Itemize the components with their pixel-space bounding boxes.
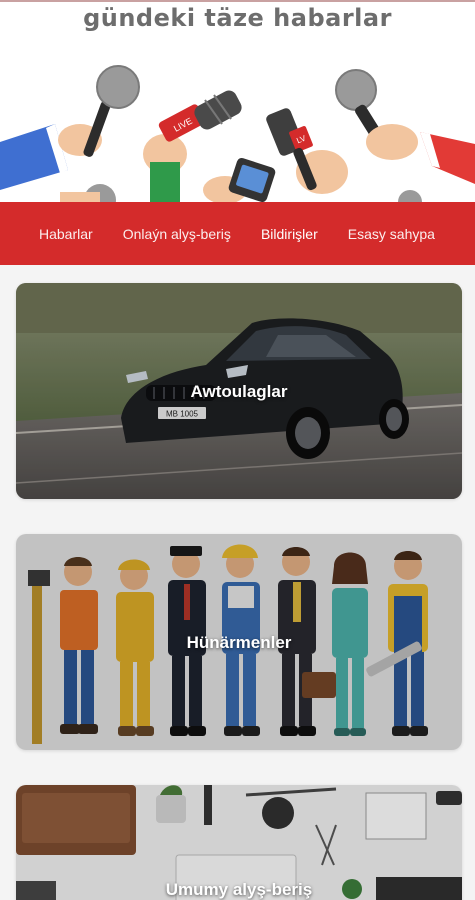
nav-item-habarlar[interactable]: Habarlar: [39, 226, 93, 242]
left-hand-microphone: [0, 65, 140, 190]
hero-title: gündeki täze habarlar: [83, 4, 392, 32]
hero-banner: gündeki täze habarlar LIVE LV: [0, 0, 475, 202]
category-label-workers: Hünärmenler: [186, 633, 292, 652]
lv-microphone: LV: [266, 108, 348, 194]
app-screen: gündeki täze habarlar LIVE LV Habarlar O…: [0, 0, 475, 900]
top-navigation: Habarlar Onlaýn alyş-beriş Bildirişler E…: [0, 202, 475, 265]
nav-item-onlayn-alys-beris[interactable]: Onlaýn alyş-beriş: [123, 226, 231, 242]
category-card-workers[interactable]: Hünärmenler: [16, 534, 462, 750]
category-label-general-trade: Umumy alyş-beriş: [165, 880, 313, 899]
category-label-cars: Awtoulaglar: [190, 382, 288, 401]
right-hand-microphone: [335, 69, 475, 184]
nav-item-bildirisler[interactable]: Bildirişler: [261, 226, 318, 242]
microphones-illustration: LIVE LV: [0, 65, 475, 202]
phone-recorder: [203, 158, 276, 202]
nav-item-esasy-sahypa[interactable]: Esasy sahypa: [348, 226, 435, 242]
category-card-cars[interactable]: MB 1005 Awtoulaglar: [16, 283, 462, 499]
category-card-general-trade[interactable]: Umumy alyş-beriş: [16, 785, 462, 900]
